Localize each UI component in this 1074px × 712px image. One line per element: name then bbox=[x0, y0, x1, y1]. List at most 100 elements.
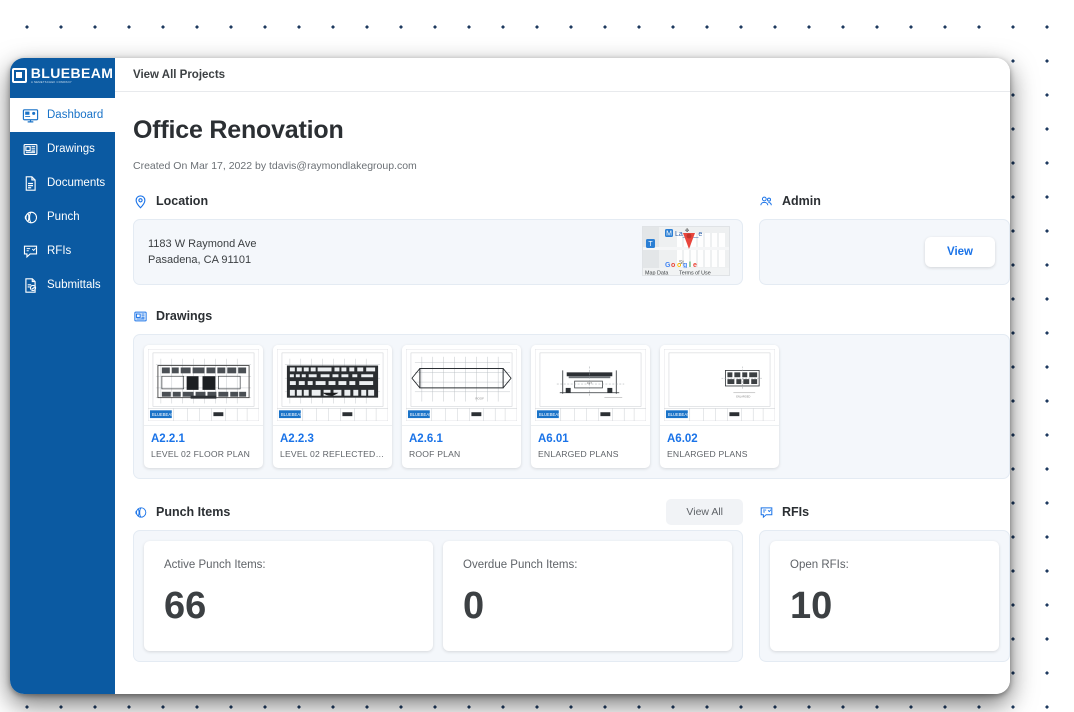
stat-card-overdue-punch: Overdue Punch Items: 0 bbox=[443, 541, 732, 651]
drawing-thumbnail: ENLARGED BLUEBEAM bbox=[660, 345, 779, 426]
stat-value: 66 bbox=[164, 585, 207, 627]
drawings-card-list: BLUEBEAM A2.2.1 LEVEL 02 FLOOR PLAN BLUE… bbox=[133, 334, 1010, 479]
drawing-card[interactable]: ROOF BLUEBEAM A2.6.1 ROOF PLAN bbox=[402, 345, 521, 468]
svg-text:o: o bbox=[671, 262, 675, 269]
main-content: Office Renovation Created On Mar 17, 202… bbox=[115, 92, 1010, 694]
punch-icon bbox=[133, 505, 148, 520]
map-thumbnail[interactable]: T M La____e ✜ G o o bbox=[642, 226, 730, 276]
sidebar-item-punch[interactable]: Punch bbox=[10, 200, 115, 234]
drawing-name: ROOF PLAN bbox=[409, 449, 461, 459]
stat-value: 0 bbox=[463, 585, 485, 627]
svg-text:BLUEBEAM: BLUEBEAM bbox=[281, 412, 304, 417]
svg-text:T: T bbox=[648, 241, 653, 248]
sidebar-item-submittals[interactable]: Submittals bbox=[10, 268, 115, 302]
drawing-number[interactable]: A6.02 bbox=[667, 433, 772, 445]
drawing-card[interactable]: BLUEBEAM A2.2.1 LEVEL 02 FLOOR PLAN bbox=[144, 345, 263, 468]
punch-rfis-row: Punch Items View All Active Punch Items:… bbox=[133, 499, 1010, 662]
top-strip: BLUEBEAM A NEMETSCHEK COMPANY View All P… bbox=[10, 58, 1010, 92]
rfis-icon bbox=[759, 505, 774, 520]
drawing-number[interactable]: A2.6.1 bbox=[409, 433, 514, 445]
svg-text:M: M bbox=[666, 231, 672, 238]
drawing-card[interactable]: ENLARGED BLUEBEAM A6.02 ENLARGED PLANS bbox=[660, 345, 779, 468]
svg-text:BLUEBEAM: BLUEBEAM bbox=[410, 412, 433, 417]
stat-card-active-punch: Active Punch Items: 66 bbox=[144, 541, 433, 651]
svg-text:BLUEBEAM: BLUEBEAM bbox=[539, 412, 562, 417]
address-line-1: 1183 W Raymond Ave bbox=[148, 238, 257, 250]
sidebar-item-dashboard[interactable]: Dashboard bbox=[10, 98, 115, 132]
drawing-number[interactable]: A2.2.3 bbox=[280, 433, 385, 445]
rfis-cards: Open RFIs: 10 bbox=[759, 530, 1010, 662]
stat-card-open-rfis: Open RFIs: 10 bbox=[770, 541, 999, 651]
sidebar-item-documents[interactable]: Documents bbox=[10, 166, 115, 200]
section-title: Location bbox=[156, 194, 209, 208]
drawing-name: LEVEL 02 FLOOR PLAN bbox=[151, 449, 251, 459]
sidebar-item-label: Drawings bbox=[47, 143, 95, 155]
breadcrumb: View All Projects bbox=[115, 58, 1010, 92]
drawing-number[interactable]: A2.2.1 bbox=[151, 433, 256, 445]
view-all-projects-link[interactable]: View All Projects bbox=[133, 69, 225, 81]
drawing-name: ENLARGED PLANS bbox=[667, 449, 748, 459]
sidebar: Dashboard Drawings Documents Punch RFIs … bbox=[10, 92, 115, 694]
drawing-number[interactable]: A6.01 bbox=[538, 433, 643, 445]
project-created-meta: Created On Mar 17, 2022 by tdavis@raymon… bbox=[133, 160, 417, 172]
sidebar-item-label: Punch bbox=[47, 211, 80, 223]
page-title: Office Renovation bbox=[133, 116, 344, 144]
admin-view-button[interactable]: View bbox=[925, 237, 995, 267]
rfis-icon bbox=[22, 243, 39, 260]
people-icon bbox=[759, 194, 774, 209]
svg-text:ROOF: ROOF bbox=[475, 397, 484, 401]
drawing-card[interactable]: BLUEBEAM A2.2.3 LEVEL 02 REFLECTED CEIL.… bbox=[273, 345, 392, 468]
stat-value: 10 bbox=[790, 585, 833, 627]
svg-text:e: e bbox=[693, 262, 697, 269]
punch-cards: Active Punch Items: 66 Overdue Punch Ite… bbox=[133, 530, 743, 662]
stat-label: Active Punch Items: bbox=[164, 559, 266, 571]
svg-text:ENLARGED: ENLARGED bbox=[736, 395, 750, 399]
sidebar-item-label: Dashboard bbox=[47, 109, 104, 121]
bluebeam-mark-icon bbox=[11, 67, 27, 83]
svg-text:Map Data: Map Data bbox=[645, 271, 668, 277]
drawing-thumbnail: DET BLUEBEAM bbox=[531, 345, 650, 426]
location-card: 1183 W Raymond Ave Pasadena, CA 91101 T … bbox=[133, 219, 743, 285]
drawing-thumbnail: ROOF BLUEBEAM bbox=[402, 345, 521, 426]
bluebeam-logo[interactable]: BLUEBEAM A NEMETSCHEK COMPANY bbox=[10, 58, 115, 92]
drawing-card[interactable]: DET BLUEBEAM A6.01 ENLARGED PLANS bbox=[531, 345, 650, 468]
section-title: RFIs bbox=[782, 505, 810, 519]
svg-text:BLUEBEAM: BLUEBEAM bbox=[152, 412, 175, 417]
dashboard-icon bbox=[22, 107, 39, 124]
drawings-icon bbox=[133, 309, 148, 324]
svg-text:BLUEBEAM: BLUEBEAM bbox=[668, 412, 691, 417]
app-window: BLUEBEAM A NEMETSCHEK COMPANY View All P… bbox=[10, 58, 1010, 694]
rfis-section: RFIs Open RFIs: 10 bbox=[759, 503, 1010, 662]
location-admin-row: Location 1183 W Raymond Ave Pasadena, CA… bbox=[133, 192, 1010, 285]
punch-icon bbox=[22, 209, 39, 226]
drawings-icon bbox=[22, 141, 39, 158]
logo-wordmark: BLUEBEAM bbox=[30, 64, 114, 81]
submittals-icon bbox=[22, 277, 39, 294]
section-title: Drawings bbox=[156, 309, 213, 323]
svg-text:DET: DET bbox=[587, 381, 593, 385]
section-title: Admin bbox=[782, 194, 821, 208]
location-pin-icon bbox=[133, 194, 148, 209]
svg-text:Terms of Use: Terms of Use bbox=[679, 271, 711, 277]
sidebar-item-drawings[interactable]: Drawings bbox=[10, 132, 115, 166]
location-section: Location 1183 W Raymond Ave Pasadena, CA… bbox=[133, 192, 743, 285]
stat-label: Overdue Punch Items: bbox=[463, 559, 578, 571]
sidebar-item-label: Submittals bbox=[47, 279, 101, 291]
drawings-section: Drawings BLUEBEAM A2.2.1 LEVEL 02 FLOOR … bbox=[133, 307, 1010, 479]
sidebar-item-label: Documents bbox=[47, 177, 106, 189]
drawing-name: ENLARGED PLANS bbox=[538, 449, 619, 459]
section-title: Punch Items bbox=[156, 505, 231, 519]
sidebar-item-rfis[interactable]: RFIs bbox=[10, 234, 115, 268]
drawing-thumbnail: BLUEBEAM bbox=[273, 345, 392, 426]
drawing-name: LEVEL 02 REFLECTED CEIL... bbox=[280, 449, 385, 459]
stat-label: Open RFIs: bbox=[790, 559, 849, 571]
svg-text:St: St bbox=[679, 260, 684, 266]
admin-card: View bbox=[759, 219, 1010, 285]
logo-tagline: A NEMETSCHEK COMPANY bbox=[30, 80, 72, 84]
drawing-thumbnail: BLUEBEAM bbox=[144, 345, 263, 426]
punch-view-all-button[interactable]: View All bbox=[666, 499, 743, 525]
svg-text:l: l bbox=[689, 262, 691, 269]
address-line-2: Pasadena, CA 91101 bbox=[148, 254, 252, 266]
documents-icon bbox=[22, 175, 39, 192]
sidebar-item-label: RFIs bbox=[47, 245, 72, 257]
